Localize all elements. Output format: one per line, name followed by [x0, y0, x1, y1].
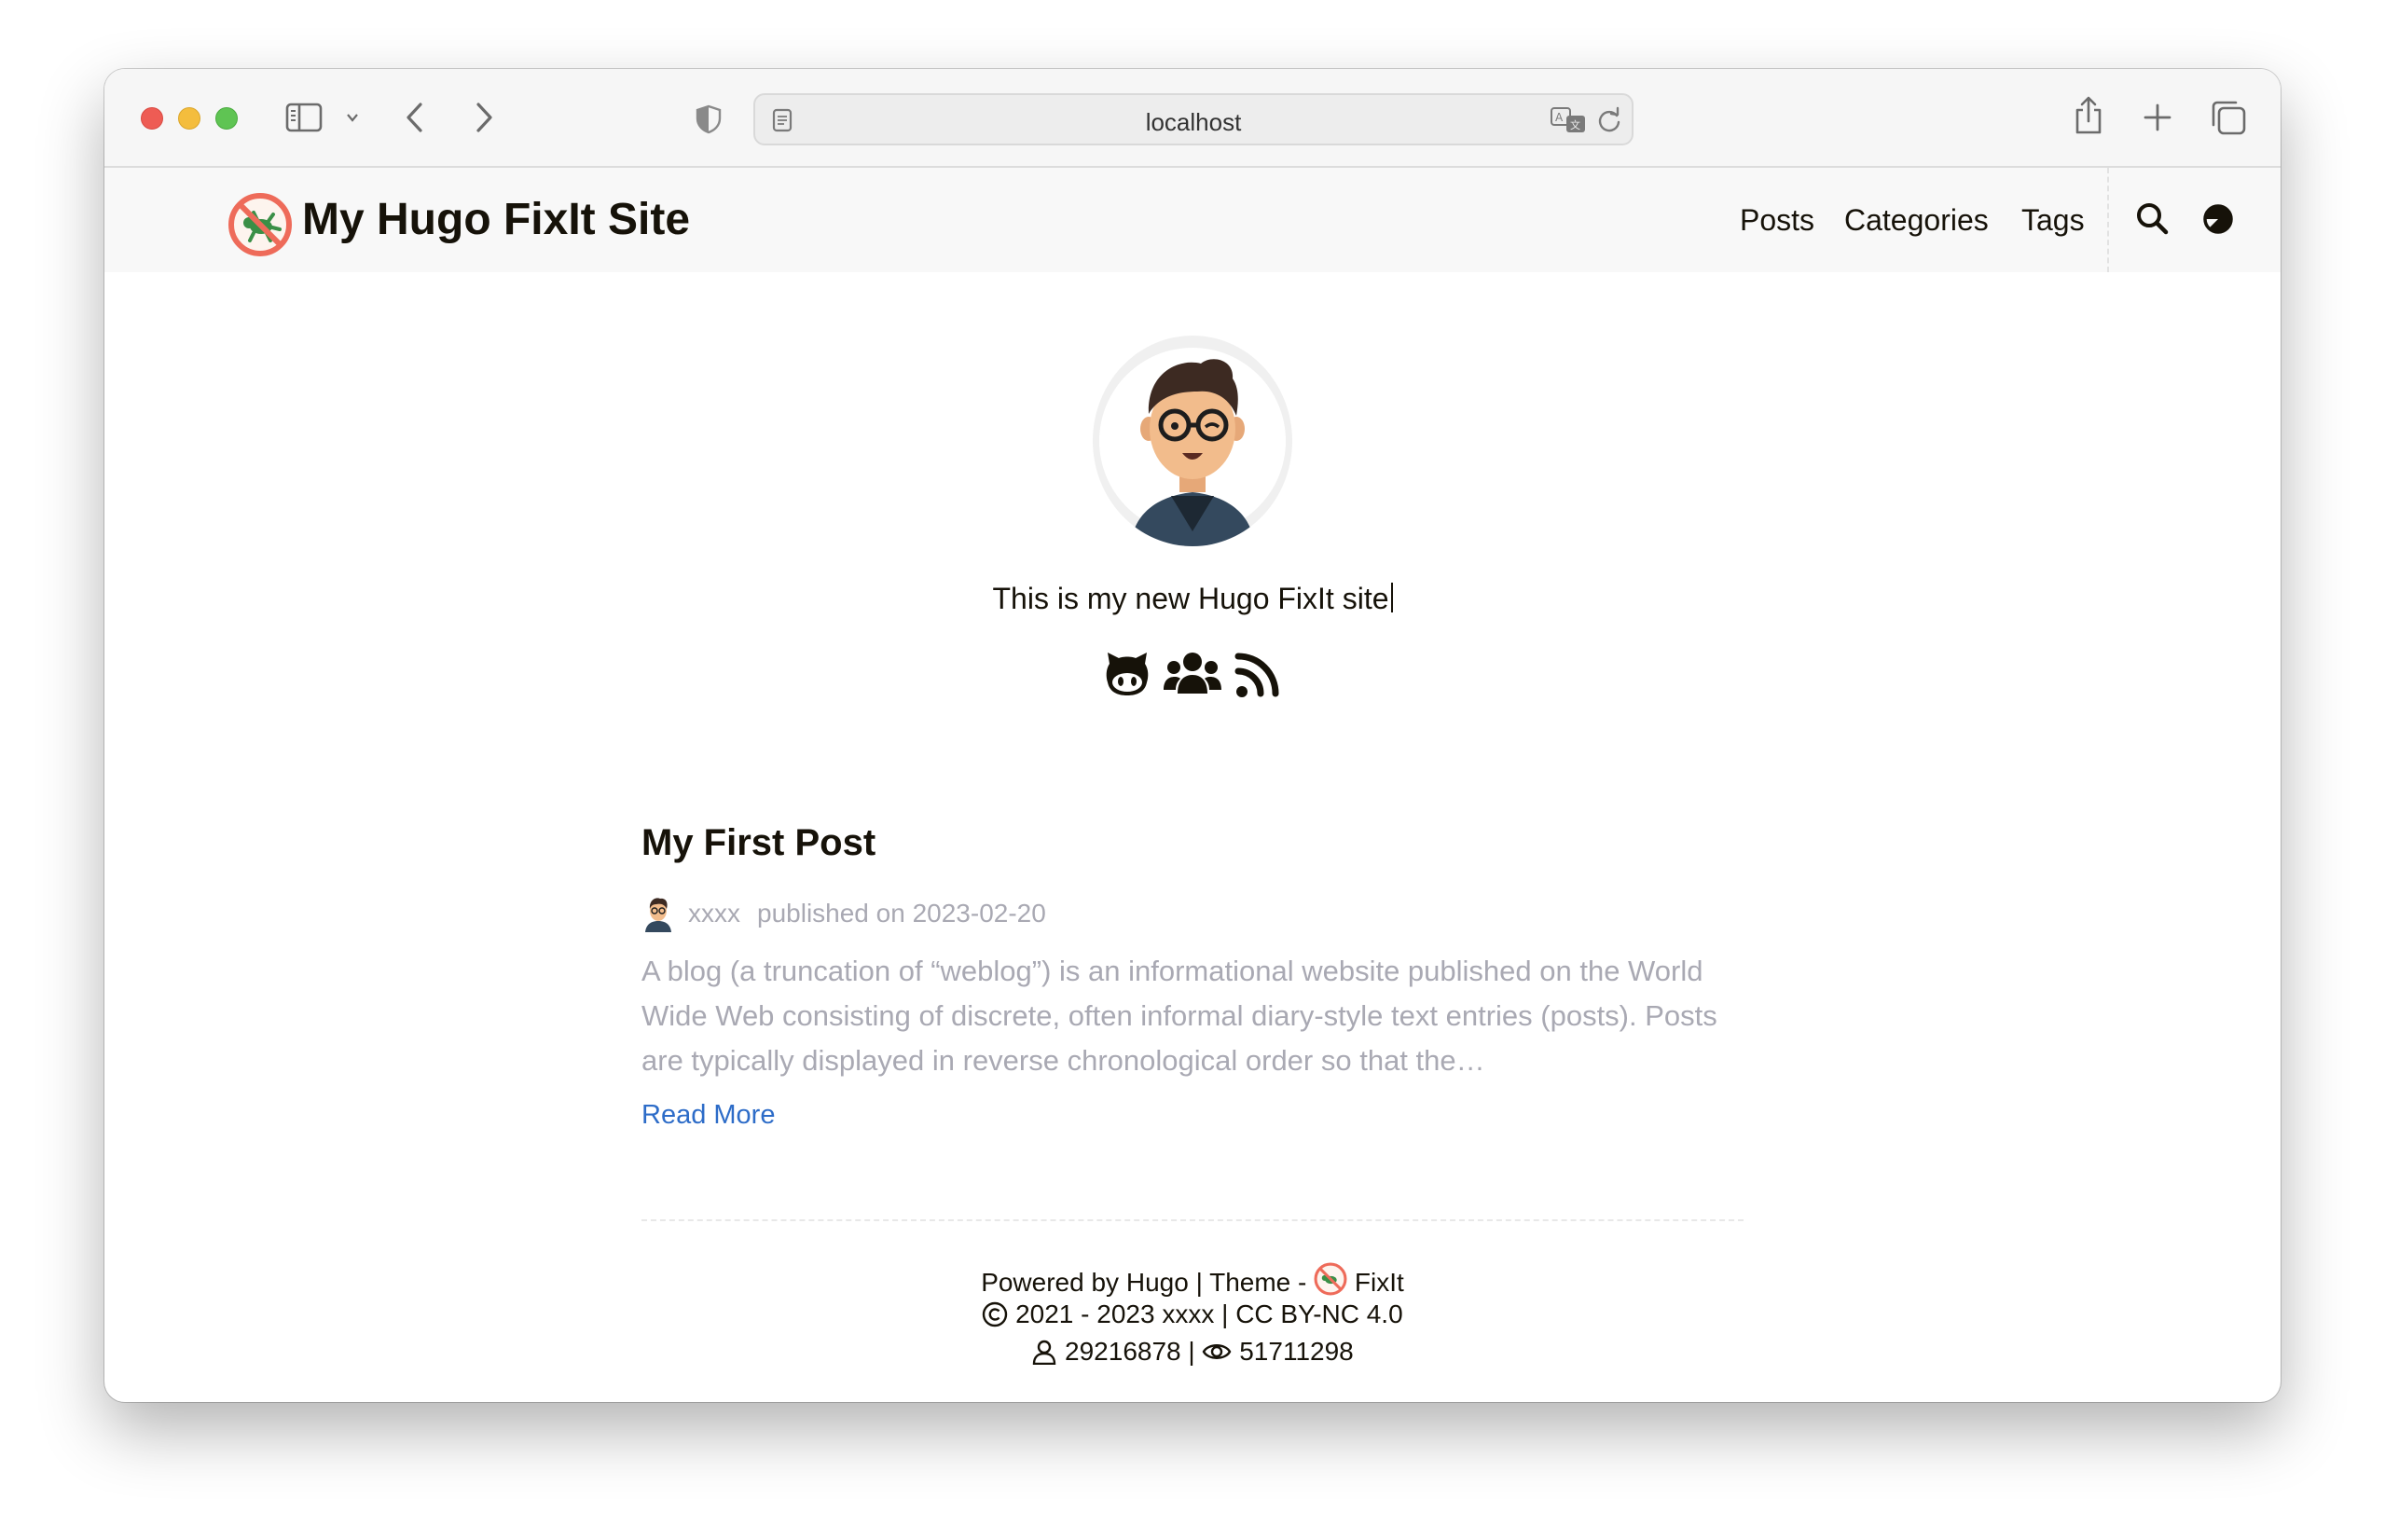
copyright-author[interactable]: xxxx [1162, 1299, 1214, 1328]
nav-categories[interactable]: Categories [1844, 203, 1989, 238]
zoom-window-button[interactable] [215, 107, 238, 130]
home-subtitle: This is my new Hugo FixIt site [104, 582, 2281, 616]
post-date: published on 2023-02-20 [757, 899, 1046, 928]
github-icon[interactable] [1104, 649, 1151, 701]
post-summary: A blog (a truncation of “weblog”) is an … [641, 955, 1717, 1077]
site-header: My Hugo FixIt Site Posts Categories Tags [104, 168, 2281, 272]
forward-icon[interactable] [472, 101, 496, 134]
site-title[interactable]: My Hugo FixIt Site [302, 194, 690, 245]
footer-powered-by: Powered by Hugo | Theme - FixIt [104, 1262, 2281, 1298]
search-icon[interactable] [2135, 201, 2171, 237]
avatar-image [1099, 348, 1286, 546]
stats-separator: | [1188, 1337, 1195, 1366]
copyright-years: 2021 - 2023 [1015, 1299, 1155, 1328]
typing-cursor [1390, 583, 1393, 612]
privacy-shield-icon[interactable] [696, 104, 722, 134]
view-count: 51711298 [1239, 1337, 1354, 1366]
post-title[interactable]: My First Post [641, 822, 875, 864]
license-link[interactable]: CC BY-NC 4.0 [1235, 1299, 1402, 1328]
post-author[interactable]: xxxx [688, 899, 740, 928]
nav-tags[interactable]: Tags [2021, 203, 2085, 238]
browser-window: localhost A 文 My Hugo FixIt Site Posts C… [104, 69, 2281, 1402]
license-separator: | [1221, 1299, 1229, 1328]
users-icon[interactable] [1164, 649, 1221, 701]
svg-text:A: A [1555, 111, 1564, 124]
user-icon [1033, 1340, 1056, 1365]
fixit-theme-link[interactable]: FixIt [1355, 1268, 1404, 1297]
read-more-link[interactable]: Read More [641, 1100, 775, 1131]
back-icon[interactable] [403, 101, 427, 134]
address-bar[interactable]: localhost A 文 [753, 93, 1634, 145]
theme-label: | Theme - [1195, 1268, 1307, 1297]
url-text: localhost [1145, 108, 1242, 136]
sidebar-toggle-icon[interactable] [285, 103, 323, 132]
minimize-window-button[interactable] [178, 107, 200, 130]
reload-icon[interactable] [1596, 106, 1622, 134]
fixit-logo-icon [1314, 1262, 1347, 1296]
profile-avatar[interactable] [1093, 336, 1292, 546]
chevron-down-icon[interactable] [345, 110, 360, 125]
theme-switch-icon[interactable] [2202, 203, 2234, 235]
nav-posts[interactable]: Posts [1740, 203, 1814, 238]
author-avatar-icon[interactable] [641, 895, 675, 932]
new-tab-icon[interactable] [2143, 103, 2172, 132]
visitor-count: 29216878 [1065, 1337, 1181, 1366]
svg-text:文: 文 [1570, 118, 1580, 131]
close-window-button[interactable] [141, 107, 163, 130]
nav-divider [2107, 168, 2109, 272]
hugo-link[interactable]: Hugo [1126, 1268, 1189, 1297]
footer-copyright: 2021 - 2023 xxxx | CC BY-NC 4.0 [104, 1299, 2281, 1329]
share-icon[interactable] [2074, 95, 2103, 136]
copyright-icon [983, 1301, 1008, 1327]
rss-icon[interactable] [1234, 649, 1279, 701]
tab-overview-icon[interactable] [2210, 99, 2247, 136]
footer-divider [641, 1219, 1744, 1221]
browser-toolbar: localhost A 文 [104, 69, 2281, 168]
powered-by-label: Powered by [981, 1268, 1120, 1297]
footer-stats: 29216878 | 51711298 [104, 1337, 2281, 1367]
translate-icon[interactable]: A 文 [1550, 106, 1587, 134]
eye-icon [1203, 1344, 1232, 1359]
site-logo-icon[interactable] [227, 192, 293, 257]
home-subtitle-text: This is my new Hugo FixIt site [992, 582, 1389, 615]
